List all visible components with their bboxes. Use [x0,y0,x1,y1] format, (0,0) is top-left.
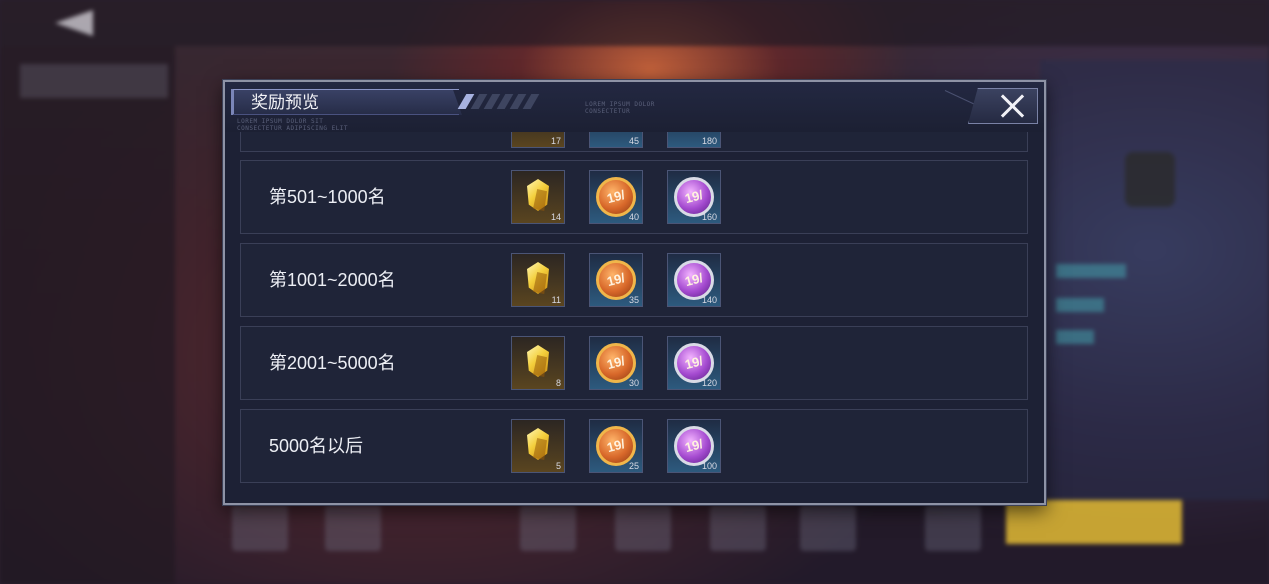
purple-medal-icon: 19/ [674,177,714,217]
item-count: 14 [550,212,561,222]
background-bottom-icon [710,505,766,551]
item-count: 17 [550,136,561,146]
sidebar-item [20,234,168,268]
background-bottom-icon [925,505,981,551]
header-decor-text: LOREM IPSUM DOLOR [585,101,655,108]
rank-badge-icon [1125,152,1175,207]
reward-item[interactable]: 14 [511,170,565,224]
sidebar-item [20,122,168,156]
stripe [522,94,540,109]
dialog-header: 奖励预览 LOREM IPSUM DOLOR CONSECTETUR LOREM… [225,82,1044,132]
background-sidebar [0,46,175,584]
background-bottom-icon [520,505,576,551]
reward-item[interactable]: 19/ 160 [667,170,721,224]
background-chip [1056,298,1104,312]
orange-medal-icon: 19/ [596,426,636,466]
background-bottom-icon [232,505,288,551]
dialog-title: 奖励预览 [251,93,319,112]
close-button[interactable] [968,88,1038,124]
purple-medal-icon: 19/ [674,260,714,300]
reward-row: 第501~1000名 14 19/ 40 19/ 160 [240,160,1028,234]
item-count: 30 [628,378,639,388]
reward-item[interactable]: 19/ 100 [667,419,721,473]
back-arrow-icon [55,10,93,36]
item-count: 140 [701,295,717,305]
reward-row: 第2001~5000名 8 19/ 30 19/ 120 [240,326,1028,400]
reward-item[interactable]: 19/ 35 [589,253,643,307]
item-count: 45 [628,136,639,146]
rank-range-label: 第501~1000名 [269,187,386,207]
orange-medal-icon: 19/ [596,260,636,300]
background-chip [1056,264,1126,278]
reward-item[interactable]: 19/ 25 [589,419,643,473]
reward-row: 第1001~2000名 11 19/ 35 19/ 140 [240,243,1028,317]
background-bottom-icon [615,505,671,551]
subtitle-decor-text: CONSECTETUR ADIPISCING ELIT [237,125,349,132]
orange-medal-icon: 19/ [596,343,636,383]
item-count: 8 [555,378,561,388]
orange-medal-icon: 19/ [596,177,636,217]
item-count: 11 [551,295,561,305]
sidebar-item [20,178,168,212]
sidebar-item [20,64,168,98]
reward-item[interactable]: 19/ 30 [589,336,643,390]
purple-medal-icon: 19/ [674,426,714,466]
reward-item[interactable]: 5 [511,419,565,473]
item-count: 5 [555,461,561,471]
item-count: 35 [628,295,639,305]
item-count: 180 [701,136,717,146]
background-chip [1056,330,1094,344]
rank-range-label: 第2001~5000名 [269,353,396,373]
background-bottom-icon [325,505,381,551]
rank-range-label: 5000名以后 [269,436,364,456]
item-count: 160 [701,212,717,222]
item-count: 120 [701,378,717,388]
reward-item[interactable]: 19/ 40 [589,170,643,224]
reward-row: 5000名以后 5 19/ 25 19/ 100 [240,409,1028,483]
rank-range-label: 第1001~2000名 [269,270,396,290]
background-bottom-icon [800,505,856,551]
background-top-bar [0,0,1269,46]
reward-item[interactable]: 11 [511,253,565,307]
background-match-button [1006,500,1182,544]
reward-preview-dialog: 17 45 180 第501~1000名 14 19/ 40 19/ 160 第… [223,80,1046,505]
header-decor-text: CONSECTETUR [585,108,631,115]
subtitle-decor-text: LOREM IPSUM DOLOR SIT [237,118,324,125]
reward-item[interactable]: 19/ 120 [667,336,721,390]
close-icon [999,93,1025,119]
purple-medal-icon: 19/ [674,343,714,383]
reward-item[interactable]: 19/ 140 [667,253,721,307]
reward-item[interactable]: 8 [511,336,565,390]
header-stripes [457,94,540,109]
background-right-panel [1040,60,1269,500]
item-count: 100 [701,461,717,471]
item-count: 25 [628,461,639,471]
item-count: 40 [628,212,639,222]
